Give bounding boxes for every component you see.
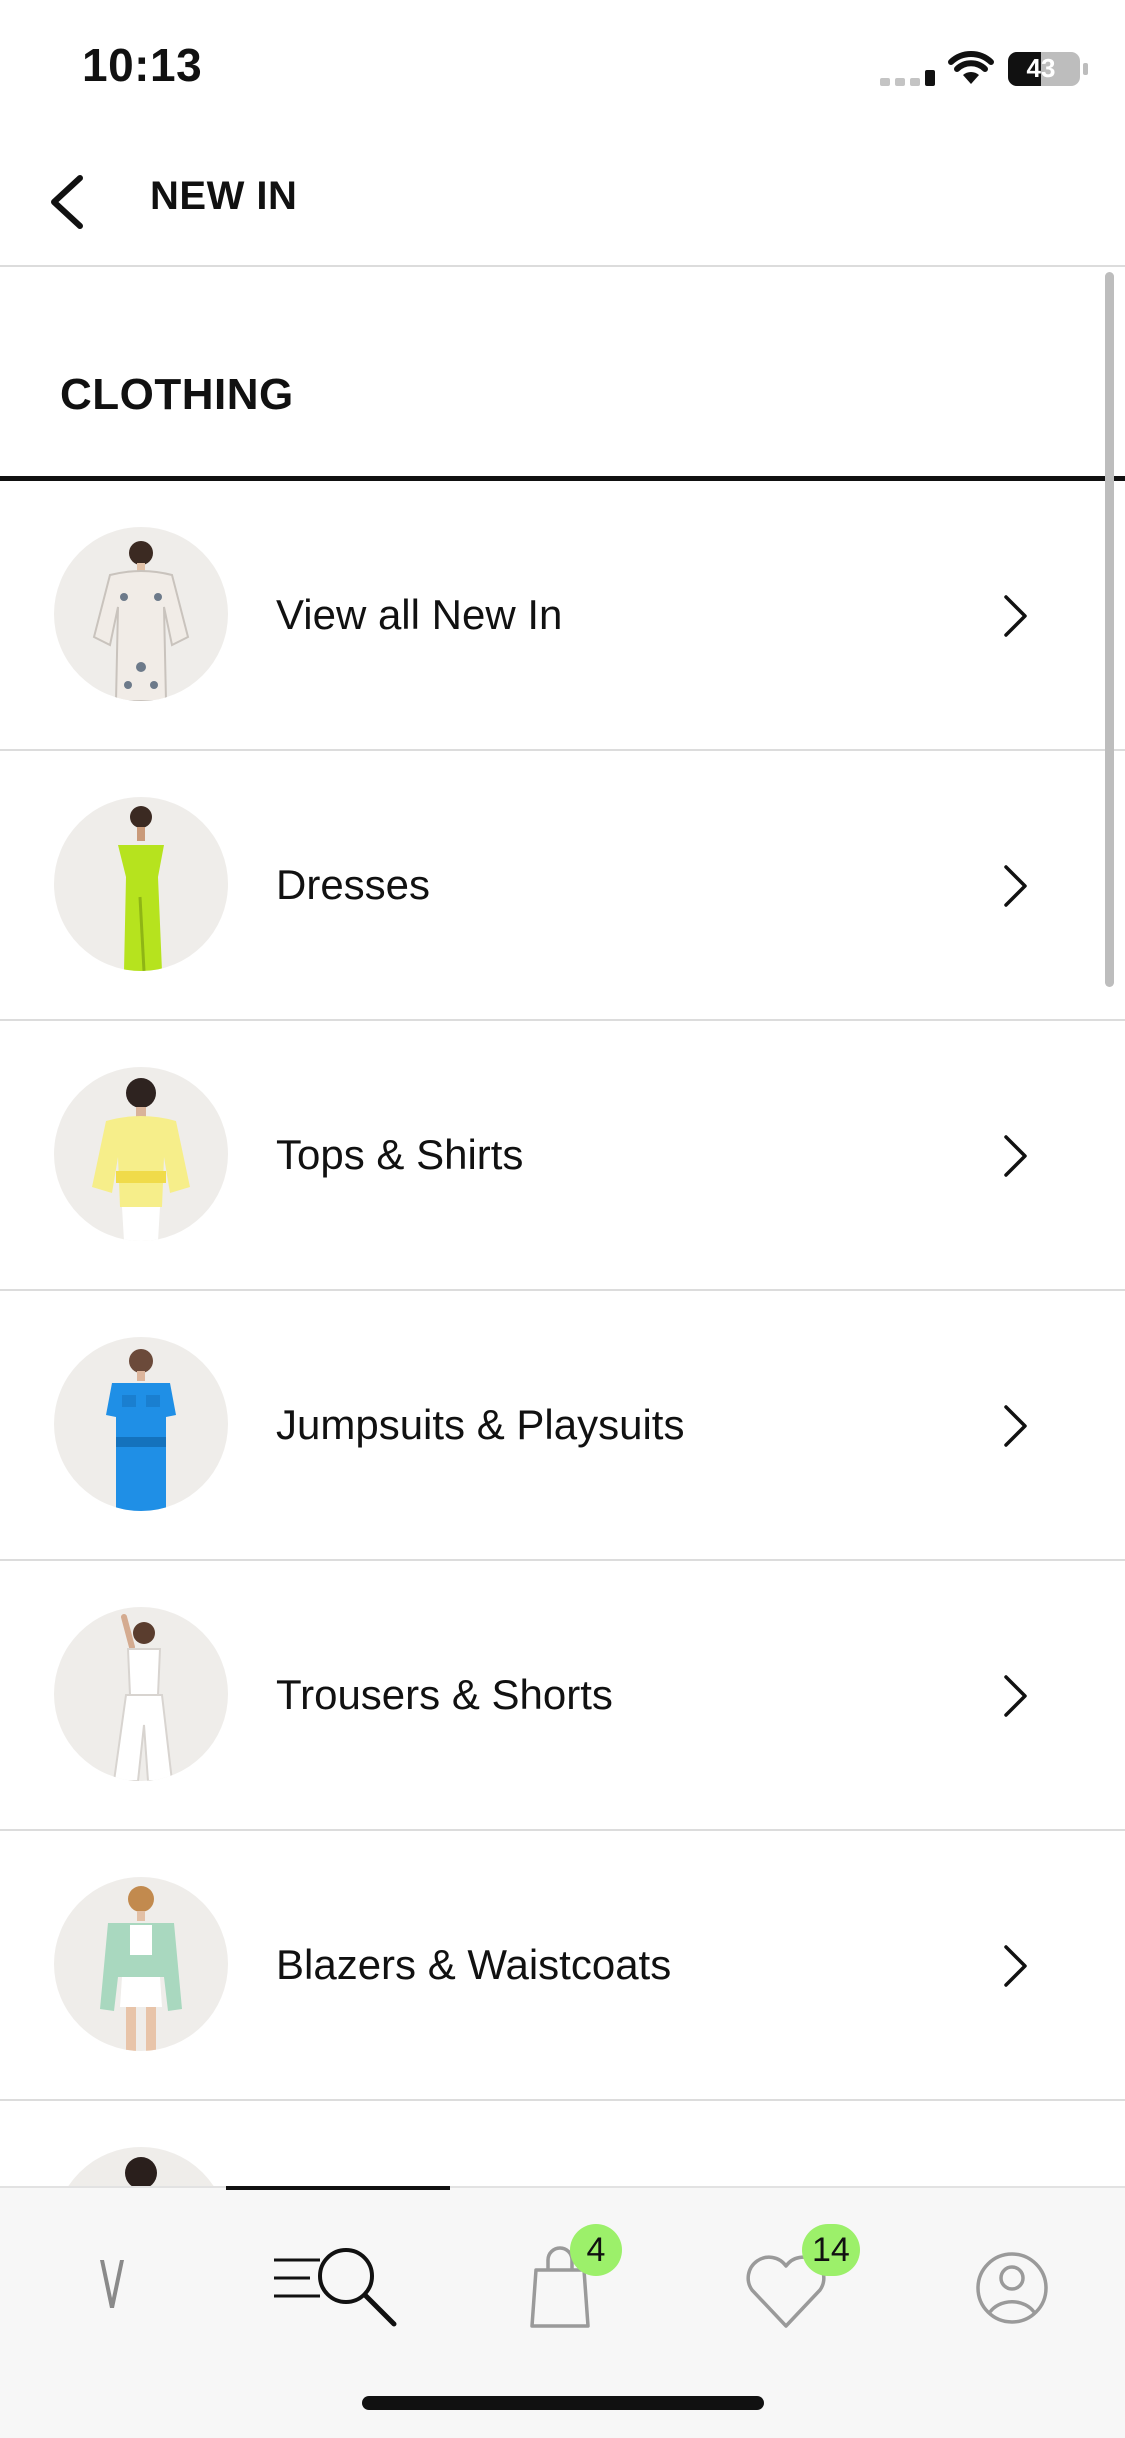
- tab-wishlist[interactable]: 14: [726, 2224, 860, 2340]
- chevron-right-icon: [1004, 1135, 1027, 1177]
- chevron-right-icon: [1004, 1405, 1027, 1447]
- brand-logo-icon: [100, 2260, 124, 2308]
- list-item-label: Trousers & Shorts: [276, 1671, 613, 1718]
- list-item-blazers-waistcoats[interactable]: Blazers & Waistcoats: [0, 1831, 1125, 2101]
- list-item-trousers-shorts[interactable]: Trousers & Shorts: [0, 1561, 1125, 1831]
- section-title: CLOTHING: [60, 370, 294, 419]
- category-thumbnail: [54, 1607, 228, 1781]
- category-thumbnail: [54, 1067, 228, 1241]
- chevron-right-icon: [1004, 1675, 1027, 1717]
- category-thumbnail: [54, 797, 228, 971]
- nav-header: NEW IN: [0, 140, 1125, 267]
- category-thumbnail: [54, 1337, 228, 1511]
- tab-home[interactable]: [52, 2230, 172, 2340]
- status-time: 10:13: [82, 39, 203, 91]
- chevron-right-icon: [1004, 595, 1027, 637]
- category-list: View all New In Dresses Tops & Shirts Ju…: [0, 481, 1125, 2186]
- user-profile-icon: [976, 2252, 1048, 2324]
- list-item-partial[interactable]: [0, 2101, 1125, 2186]
- chevron-right-icon: [1004, 1945, 1027, 1987]
- tab-account[interactable]: [952, 2230, 1072, 2340]
- list-item-label: Tops & Shirts: [276, 1131, 524, 1178]
- battery-indicator: 43: [1008, 52, 1090, 91]
- status-bar: 10:13 43: [0, 0, 1125, 140]
- category-thumbnail: [54, 2147, 228, 2186]
- menu-search-icon: [274, 2248, 397, 2327]
- category-thumbnail: [54, 527, 228, 701]
- list-item-dresses[interactable]: Dresses: [0, 751, 1125, 1021]
- list-item-label: Dresses: [276, 861, 431, 908]
- list-item-jumpsuits-playsuits[interactable]: Jumpsuits & Playsuits: [0, 1291, 1125, 1561]
- list-item-view-all-new-in[interactable]: View all New In: [0, 481, 1125, 751]
- list-item-label: Jumpsuits & Playsuits: [276, 1401, 685, 1448]
- scrollbar[interactable]: [1105, 272, 1114, 987]
- wishlist-count-badge: 14: [802, 2224, 860, 2276]
- category-thumbnail: [54, 1877, 228, 2051]
- cellular-signal-icon: [880, 70, 935, 86]
- page-title: NEW IN: [150, 174, 298, 218]
- bag-count-badge: 4: [570, 2224, 622, 2276]
- active-tab-indicator: [226, 2186, 450, 2190]
- wifi-icon: [948, 51, 994, 84]
- chevron-right-icon: [1004, 865, 1027, 907]
- home-indicator: [362, 2396, 764, 2410]
- list-item-label: Blazers & Waistcoats: [276, 1941, 672, 1988]
- back-button[interactable]: [40, 170, 100, 234]
- battery-percentage: 43: [1026, 53, 1056, 83]
- list-item-label: View all New In: [276, 591, 563, 638]
- tab-menu-search[interactable]: [264, 2230, 414, 2340]
- tab-bag[interactable]: 4: [500, 2224, 622, 2340]
- list-item-tops-shirts[interactable]: Tops & Shirts: [0, 1021, 1125, 1291]
